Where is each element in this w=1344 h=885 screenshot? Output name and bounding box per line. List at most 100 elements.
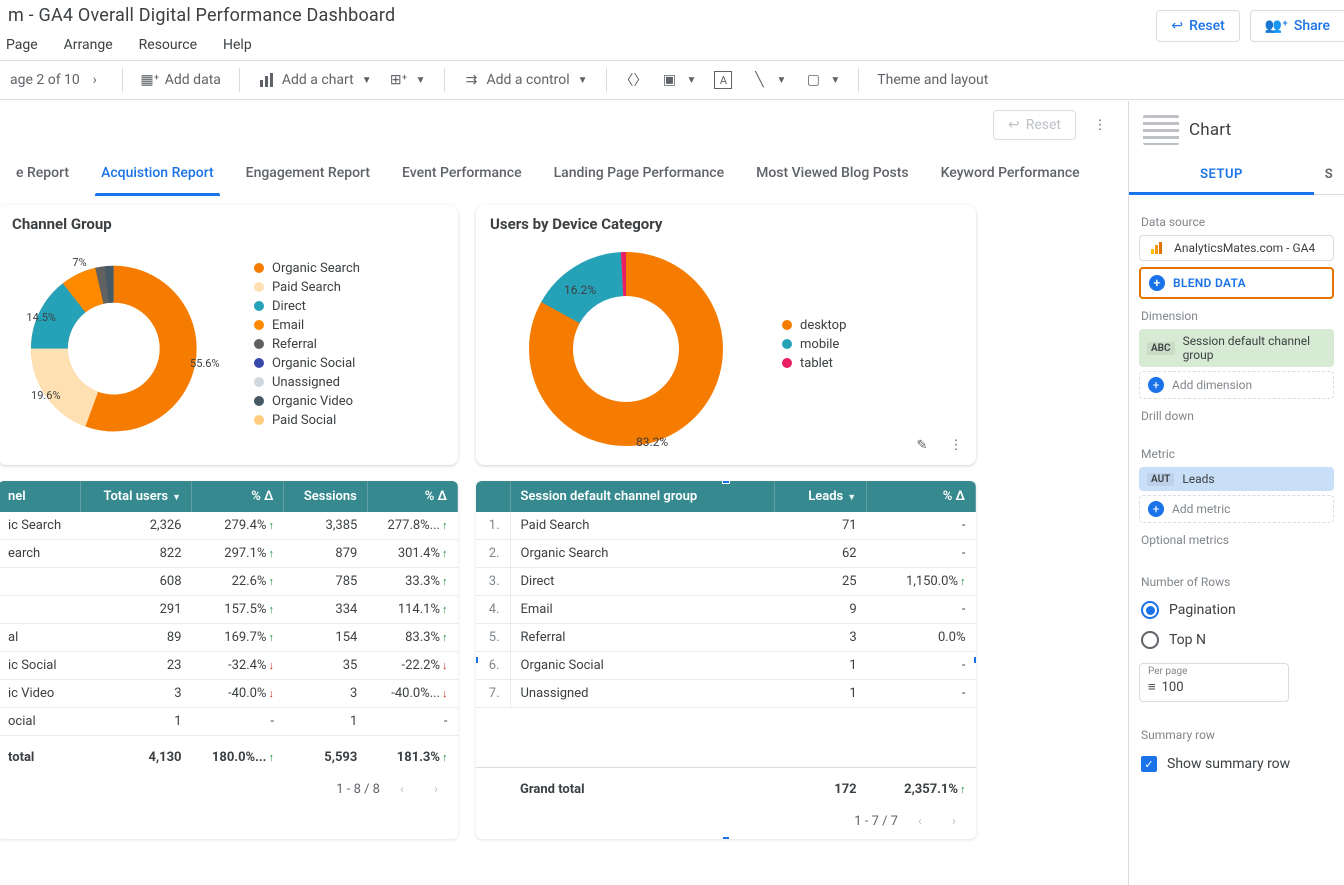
- metric-chip[interactable]: AUT Leads: [1139, 467, 1334, 491]
- plus-icon: +: [1148, 377, 1164, 393]
- table-row[interactable]: earch 822 297.1%↑ 879 301.4%↑: [0, 540, 458, 568]
- col-users[interactable]: Total users▼: [80, 481, 191, 512]
- table-row[interactable]: 7.Unassigned1-: [476, 680, 976, 708]
- table-row[interactable]: 291 157.5%↑ 334 114.1%↑: [0, 596, 458, 624]
- square-icon: ▢: [804, 71, 822, 89]
- table-row[interactable]: 4.Email9-: [476, 596, 976, 624]
- code-icon: 〈〉: [625, 71, 643, 89]
- tab-engagement[interactable]: Engagement Report: [230, 151, 386, 195]
- tab-blog[interactable]: Most Viewed Blog Posts: [740, 151, 925, 195]
- table-row[interactable]: ic Search 2,326 279.4%↑ 3,385 277.8%...↑: [0, 512, 458, 540]
- dimension-name: Session default channel group: [1183, 334, 1326, 362]
- tab-acquisition[interactable]: Acquistion Report: [85, 151, 230, 195]
- blend-data-button[interactable]: + BLEND DATA: [1139, 267, 1334, 299]
- resize-handle[interactable]: [722, 481, 730, 484]
- add-metric-button[interactable]: + Add metric: [1139, 495, 1334, 523]
- text-icon: A: [714, 71, 732, 89]
- next-icon[interactable]: ›: [424, 777, 448, 801]
- shape-button[interactable]: ▢▼: [798, 67, 846, 93]
- tab-overview[interactable]: e Report: [0, 151, 85, 195]
- col-leads-delta[interactable]: % Δ: [867, 481, 976, 512]
- dimension-chip[interactable]: ABC Session default channel group: [1139, 329, 1334, 367]
- col-channel[interactable]: nel: [0, 481, 80, 512]
- canvas-reset-button[interactable]: ↩ Reset: [993, 110, 1076, 140]
- table-row[interactable]: 3.Direct251,150.0%↑: [476, 568, 976, 596]
- community-viz-button[interactable]: ⊞⁺ ▼: [384, 67, 432, 93]
- line-button[interactable]: ╲▼: [744, 67, 792, 93]
- col-channel-group[interactable]: Session default channel group: [510, 481, 774, 512]
- col-users-delta[interactable]: % Δ: [192, 481, 284, 512]
- table-row[interactable]: 608 22.6%↑ 785 33.3%↑: [0, 568, 458, 596]
- table-row[interactable]: 1.Paid Search71-: [476, 512, 976, 540]
- next-icon[interactable]: ›: [942, 809, 966, 833]
- embed-button[interactable]: 〈〉: [619, 67, 649, 93]
- table-row[interactable]: ic Video 3 -40.0%↓ 3 -40.0%...↓: [0, 680, 458, 708]
- radio-topn[interactable]: Top N: [1139, 625, 1334, 655]
- page-indicator-text: age 2 of 10: [10, 72, 80, 88]
- table-row[interactable]: 2.Organic Search62-: [476, 540, 976, 568]
- label-optional-metrics: Optional metrics: [1141, 533, 1332, 547]
- tab-setup[interactable]: SETUP: [1129, 155, 1314, 194]
- data-source-chip[interactable]: AnalyticsMates.com - GA4: [1139, 235, 1334, 261]
- add-chart-label: Add a chart: [282, 72, 354, 88]
- svg-text:83.2%: 83.2%: [636, 435, 668, 449]
- more-icon[interactable]: ⋮: [1084, 109, 1116, 141]
- menu-page[interactable]: Page: [6, 37, 38, 53]
- table-row[interactable]: al 89 169.7%↑ 154 83.3%↑: [0, 624, 458, 652]
- per-page-input[interactable]: Per page ≡ 100: [1139, 663, 1289, 702]
- properties-panel: Chart SETUP S Data source AnalyticsMates…: [1128, 101, 1344, 885]
- table-leads[interactable]: Session default channel group Leads▼ % Δ…: [476, 481, 976, 839]
- svg-text:55.6%: 55.6%: [190, 357, 220, 370]
- more-icon[interactable]: ⋮: [942, 431, 970, 459]
- label-data-source: Data source: [1141, 215, 1332, 229]
- chevron-right-icon: ›: [86, 71, 104, 89]
- col-sessions-delta[interactable]: % Δ: [367, 481, 457, 512]
- add-chart-button[interactable]: Add a chart ▼: [252, 67, 378, 93]
- menu-resource[interactable]: Resource: [139, 37, 197, 53]
- col-leads[interactable]: Leads▼: [774, 481, 866, 512]
- prev-icon[interactable]: ‹: [390, 777, 414, 801]
- card-channel-group[interactable]: Channel Group: [0, 205, 458, 465]
- col-sessions[interactable]: Sessions: [284, 481, 367, 512]
- resize-handle[interactable]: [722, 836, 730, 839]
- edit-icon[interactable]: ✎: [908, 431, 936, 459]
- legend-channel: Organic Search Paid Search Direct Email …: [254, 261, 360, 428]
- table-channels[interactable]: nel Total users▼ % Δ Sessions % Δ ic Sea…: [0, 481, 458, 839]
- resize-handle[interactable]: [973, 656, 976, 664]
- resize-handle[interactable]: [476, 656, 479, 664]
- page-indicator[interactable]: age 2 of 10 ›: [4, 67, 110, 93]
- menu-arrange[interactable]: Arrange: [64, 37, 113, 53]
- label-rows: Number of Rows: [1141, 575, 1332, 589]
- per-page-label: Per page: [1148, 666, 1280, 677]
- add-data-icon: ▦⁺: [141, 71, 159, 89]
- share-label: Share: [1294, 18, 1330, 34]
- add-data-button[interactable]: ▦⁺ Add data: [135, 67, 227, 93]
- svg-text:14.5%: 14.5%: [26, 311, 56, 324]
- table-row[interactable]: 6.Organic Social1-: [476, 652, 976, 680]
- reset-button[interactable]: ↩ Reset: [1156, 10, 1239, 42]
- text-button[interactable]: A: [708, 67, 738, 93]
- tab-keyword[interactable]: Keyword Performance: [925, 151, 1096, 195]
- tab-landing[interactable]: Landing Page Performance: [538, 151, 740, 195]
- show-summary-checkbox[interactable]: ✓ Show summary row: [1139, 748, 1334, 780]
- card-title: Users by Device Category: [476, 205, 976, 237]
- radio-pagination[interactable]: Pagination: [1139, 595, 1334, 625]
- add-dimension-button[interactable]: + Add dimension: [1139, 371, 1334, 399]
- tab-style[interactable]: S: [1314, 155, 1344, 194]
- theme-button[interactable]: Theme and layout: [871, 68, 994, 92]
- table-row[interactable]: ocial 1 - 1 -: [0, 708, 458, 736]
- radio-icon: [1141, 631, 1159, 649]
- card-title: Channel Group: [0, 205, 458, 237]
- table-row[interactable]: ic Social 23 -32.4%↓ 35 -22.2%↓: [0, 652, 458, 680]
- table-row[interactable]: 5.Referral30.0%: [476, 624, 976, 652]
- add-control-button[interactable]: ⇉ Add a control ▼: [457, 67, 594, 93]
- share-button[interactable]: 👥⁺ Share: [1250, 10, 1344, 42]
- card-device[interactable]: Users by Device Category 83.2% 16.2% des…: [476, 205, 976, 465]
- prev-icon[interactable]: ‹: [908, 809, 932, 833]
- tab-event[interactable]: Event Performance: [386, 151, 538, 195]
- radio-label: Pagination: [1169, 602, 1236, 618]
- undo-icon: ↩: [1008, 117, 1020, 133]
- per-page-value: 100: [1162, 680, 1184, 695]
- menu-help[interactable]: Help: [223, 37, 252, 53]
- image-button[interactable]: ▣▼: [655, 67, 703, 93]
